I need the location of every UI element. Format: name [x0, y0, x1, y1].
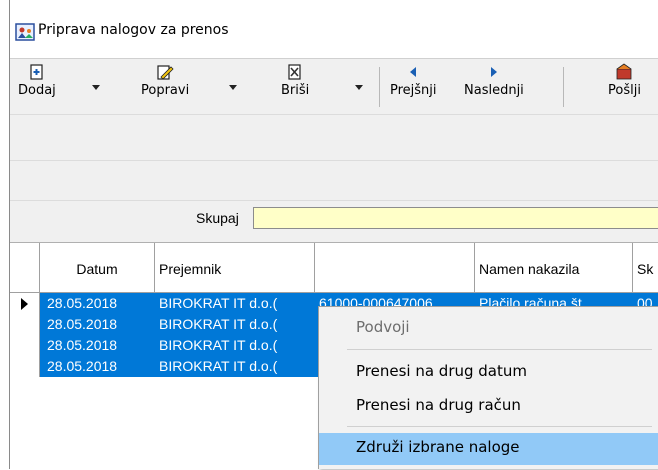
column-header-sk[interactable]: Sk [633, 243, 658, 292]
cell-prejemnik: BIROKRAT IT d.o.( [159, 358, 278, 374]
cell-datum: 28.05.2018 [47, 295, 118, 311]
cell-prejemnik: BIROKRAT IT d.o.( [159, 337, 278, 353]
column-header-namen[interactable]: Namen nakazila [475, 243, 633, 292]
edit-button-label: Popravi [141, 83, 190, 98]
context-menu: Podvoji Prenesi na drug datum Prenesi na… [318, 306, 658, 469]
document-people-icon [15, 23, 35, 41]
toolbar: Dodaj Popravi Briši Prejšnji Naslednji P… [10, 58, 658, 115]
toolbar-separator [379, 67, 380, 107]
row-indicator [10, 293, 40, 314]
cell-datum: 28.05.2018 [47, 316, 118, 332]
menu-item-merge-selected[interactable]: Združi izbrane naloge [319, 433, 658, 465]
arrow-left-icon [410, 67, 417, 77]
delete-dropdown-arrow[interactable] [355, 85, 363, 90]
add-document-icon [30, 64, 43, 80]
cell-prejemnik: BIROKRAT IT d.o.( [159, 295, 278, 311]
column-header-datum[interactable]: Datum [40, 243, 155, 292]
total-field[interactable] [253, 207, 658, 229]
add-dropdown-arrow[interactable] [92, 85, 100, 90]
total-label: Skupaj [196, 210, 239, 226]
next-button[interactable]: Naslednji [464, 59, 524, 115]
toolbar-separator [563, 67, 564, 107]
row-indicator [10, 335, 40, 356]
indicator-header [10, 243, 40, 292]
add-button[interactable]: Dodaj [18, 59, 56, 115]
info-band [10, 160, 658, 201]
cell-datum: 28.05.2018 [47, 358, 118, 374]
column-header-prejemnik[interactable]: Prejemnik [155, 243, 315, 292]
menu-item-duplicate[interactable]: Podvoji [319, 313, 658, 343]
edit-dropdown-arrow[interactable] [229, 85, 237, 90]
menu-item-move-date[interactable]: Prenesi na drug datum [319, 357, 658, 387]
edit-pencil-icon [157, 65, 174, 80]
send-button[interactable]: Pošlji [608, 59, 641, 115]
current-row-pointer-icon [21, 298, 28, 310]
menu-separator [347, 426, 652, 427]
arrow-right-icon [490, 67, 497, 77]
add-button-label: Dodaj [18, 83, 56, 98]
grid-header: Datum Prejemnik Namen nakazila Sk [10, 243, 658, 293]
send-icon [617, 63, 632, 80]
row-indicator [10, 356, 40, 377]
window-title: Priprava nalogov za prenos [38, 22, 229, 38]
delete-button[interactable]: Briši [281, 59, 309, 115]
edit-button[interactable]: Popravi [141, 59, 189, 115]
delete-button-label: Briši [281, 83, 310, 98]
filter-band [10, 114, 658, 161]
previous-button[interactable]: Prejšnji [390, 59, 437, 115]
menu-item-move-account[interactable]: Prenesi na drug račun [319, 391, 658, 421]
column-header-account[interactable] [315, 243, 475, 292]
row-indicator [10, 314, 40, 335]
cell-prejemnik: BIROKRAT IT d.o.( [159, 316, 278, 332]
cell-datum: 28.05.2018 [47, 337, 118, 353]
menu-separator [347, 349, 652, 350]
previous-button-label: Prejšnji [390, 83, 437, 98]
delete-document-icon [288, 64, 301, 80]
send-button-label: Pošlji [608, 83, 641, 98]
indicator-column-empty [10, 377, 40, 469]
next-button-label: Naslednji [464, 83, 524, 98]
